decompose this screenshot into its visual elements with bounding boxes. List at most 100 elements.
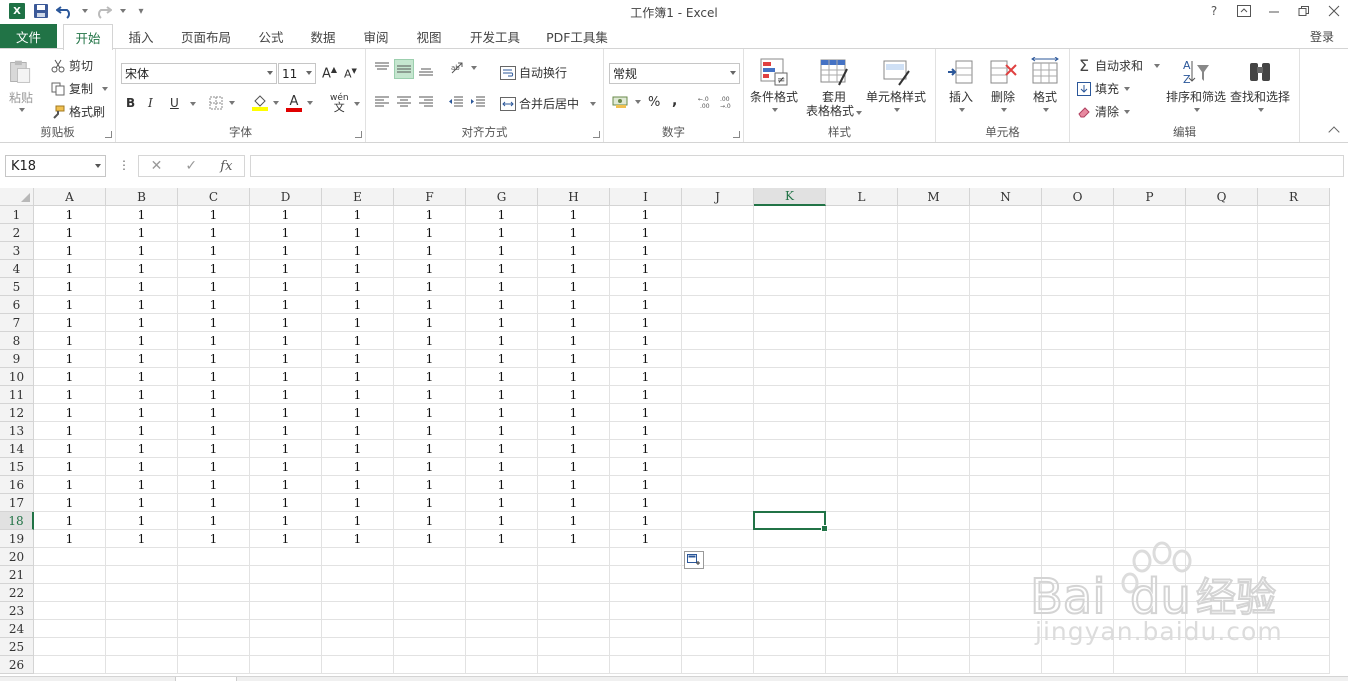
wrap-text-button[interactable]: 自动换行	[500, 64, 567, 81]
minimize-icon[interactable]	[1266, 2, 1282, 20]
cell-p9[interactable]	[1114, 350, 1186, 368]
font-launcher-icon[interactable]	[355, 131, 362, 138]
format-as-table-button[interactable]: 套用 表格格式	[806, 57, 863, 118]
cell-q11[interactable]	[1186, 386, 1258, 404]
sort-filter-button[interactable]: AZ 排序和筛选	[1166, 57, 1226, 112]
cell-f25[interactable]	[394, 638, 466, 656]
cell-l25[interactable]	[826, 638, 898, 656]
underline-dropdown-icon[interactable]	[190, 102, 196, 106]
cell-p13[interactable]	[1114, 422, 1186, 440]
cell-p20[interactable]	[1114, 548, 1186, 566]
cell-d14[interactable]: 1	[250, 440, 322, 458]
cell-m8[interactable]	[898, 332, 970, 350]
cell-k17[interactable]	[754, 494, 826, 512]
cell-c14[interactable]: 1	[178, 440, 250, 458]
cell-e6[interactable]: 1	[322, 296, 394, 314]
row-header-19[interactable]: 19	[0, 530, 34, 548]
cell-f26[interactable]	[394, 656, 466, 674]
cell-g20[interactable]	[466, 548, 538, 566]
cell-e4[interactable]: 1	[322, 260, 394, 278]
cell-r7[interactable]	[1258, 314, 1330, 332]
align-right-button[interactable]	[418, 95, 434, 109]
cell-e14[interactable]: 1	[322, 440, 394, 458]
cell-b18[interactable]: 1	[106, 512, 178, 530]
cell-k26[interactable]	[754, 656, 826, 674]
align-left-button[interactable]	[374, 95, 390, 109]
cell-l11[interactable]	[826, 386, 898, 404]
cell-m23[interactable]	[898, 602, 970, 620]
number-format-select[interactable]: 常规	[609, 63, 740, 84]
number-launcher-icon[interactable]	[733, 131, 740, 138]
cell-b5[interactable]: 1	[106, 278, 178, 296]
cell-e1[interactable]: 1	[322, 206, 394, 224]
tab-data[interactable]: 数据	[300, 24, 346, 49]
cell-m24[interactable]	[898, 620, 970, 638]
column-header-d[interactable]: D	[250, 188, 322, 206]
help-icon[interactable]: ?	[1206, 2, 1222, 20]
cell-j19[interactable]	[682, 530, 754, 548]
close-icon[interactable]	[1326, 2, 1342, 20]
column-header-a[interactable]: A	[34, 188, 106, 206]
cell-o19[interactable]	[1042, 530, 1114, 548]
cell-h13[interactable]: 1	[538, 422, 610, 440]
cell-j2[interactable]	[682, 224, 754, 242]
cell-a22[interactable]	[34, 584, 106, 602]
column-header-r[interactable]: R	[1258, 188, 1330, 206]
cell-k21[interactable]	[754, 566, 826, 584]
row-header-20[interactable]: 20	[0, 548, 34, 566]
tab-developer[interactable]: 开发工具	[460, 24, 530, 49]
align-top-button[interactable]	[374, 61, 390, 75]
cell-b2[interactable]: 1	[106, 224, 178, 242]
cell-e16[interactable]: 1	[322, 476, 394, 494]
cell-q7[interactable]	[1186, 314, 1258, 332]
cell-n8[interactable]	[970, 332, 1042, 350]
cell-p15[interactable]	[1114, 458, 1186, 476]
cell-g18[interactable]: 1	[466, 512, 538, 530]
align-bottom-button[interactable]	[418, 63, 434, 77]
row-header-12[interactable]: 12	[0, 404, 34, 422]
cell-j7[interactable]	[682, 314, 754, 332]
cell-i25[interactable]	[610, 638, 682, 656]
cell-q15[interactable]	[1186, 458, 1258, 476]
font-size-select[interactable]: 11	[278, 63, 316, 84]
cell-r20[interactable]	[1258, 548, 1330, 566]
cell-i13[interactable]: 1	[610, 422, 682, 440]
cell-a10[interactable]: 1	[34, 368, 106, 386]
cell-q14[interactable]	[1186, 440, 1258, 458]
column-header-b[interactable]: B	[106, 188, 178, 206]
cell-l15[interactable]	[826, 458, 898, 476]
cell-q19[interactable]	[1186, 530, 1258, 548]
cell-h15[interactable]: 1	[538, 458, 610, 476]
cell-j13[interactable]	[682, 422, 754, 440]
cell-h7[interactable]: 1	[538, 314, 610, 332]
cell-c6[interactable]: 1	[178, 296, 250, 314]
tab-page-layout[interactable]: 页面布局	[170, 24, 242, 49]
cell-r5[interactable]	[1258, 278, 1330, 296]
cell-n24[interactable]	[970, 620, 1042, 638]
cell-h3[interactable]: 1	[538, 242, 610, 260]
format-cells-button[interactable]: 格式	[1030, 57, 1060, 112]
cell-c9[interactable]: 1	[178, 350, 250, 368]
cell-a24[interactable]	[34, 620, 106, 638]
cell-d21[interactable]	[250, 566, 322, 584]
cell-j8[interactable]	[682, 332, 754, 350]
cell-c11[interactable]: 1	[178, 386, 250, 404]
cell-e26[interactable]	[322, 656, 394, 674]
row-header-21[interactable]: 21	[0, 566, 34, 584]
cell-b9[interactable]: 1	[106, 350, 178, 368]
cell-p7[interactable]	[1114, 314, 1186, 332]
tab-formulas[interactable]: 公式	[248, 24, 294, 49]
cell-f20[interactable]	[394, 548, 466, 566]
cell-h14[interactable]: 1	[538, 440, 610, 458]
cell-g11[interactable]: 1	[466, 386, 538, 404]
sheet-tab[interactable]	[175, 677, 237, 681]
row-header-11[interactable]: 11	[0, 386, 34, 404]
cell-k14[interactable]	[754, 440, 826, 458]
cell-l5[interactable]	[826, 278, 898, 296]
cell-l14[interactable]	[826, 440, 898, 458]
cell-i15[interactable]: 1	[610, 458, 682, 476]
cell-b4[interactable]: 1	[106, 260, 178, 278]
cell-h10[interactable]: 1	[538, 368, 610, 386]
cell-n2[interactable]	[970, 224, 1042, 242]
cell-o21[interactable]	[1042, 566, 1114, 584]
